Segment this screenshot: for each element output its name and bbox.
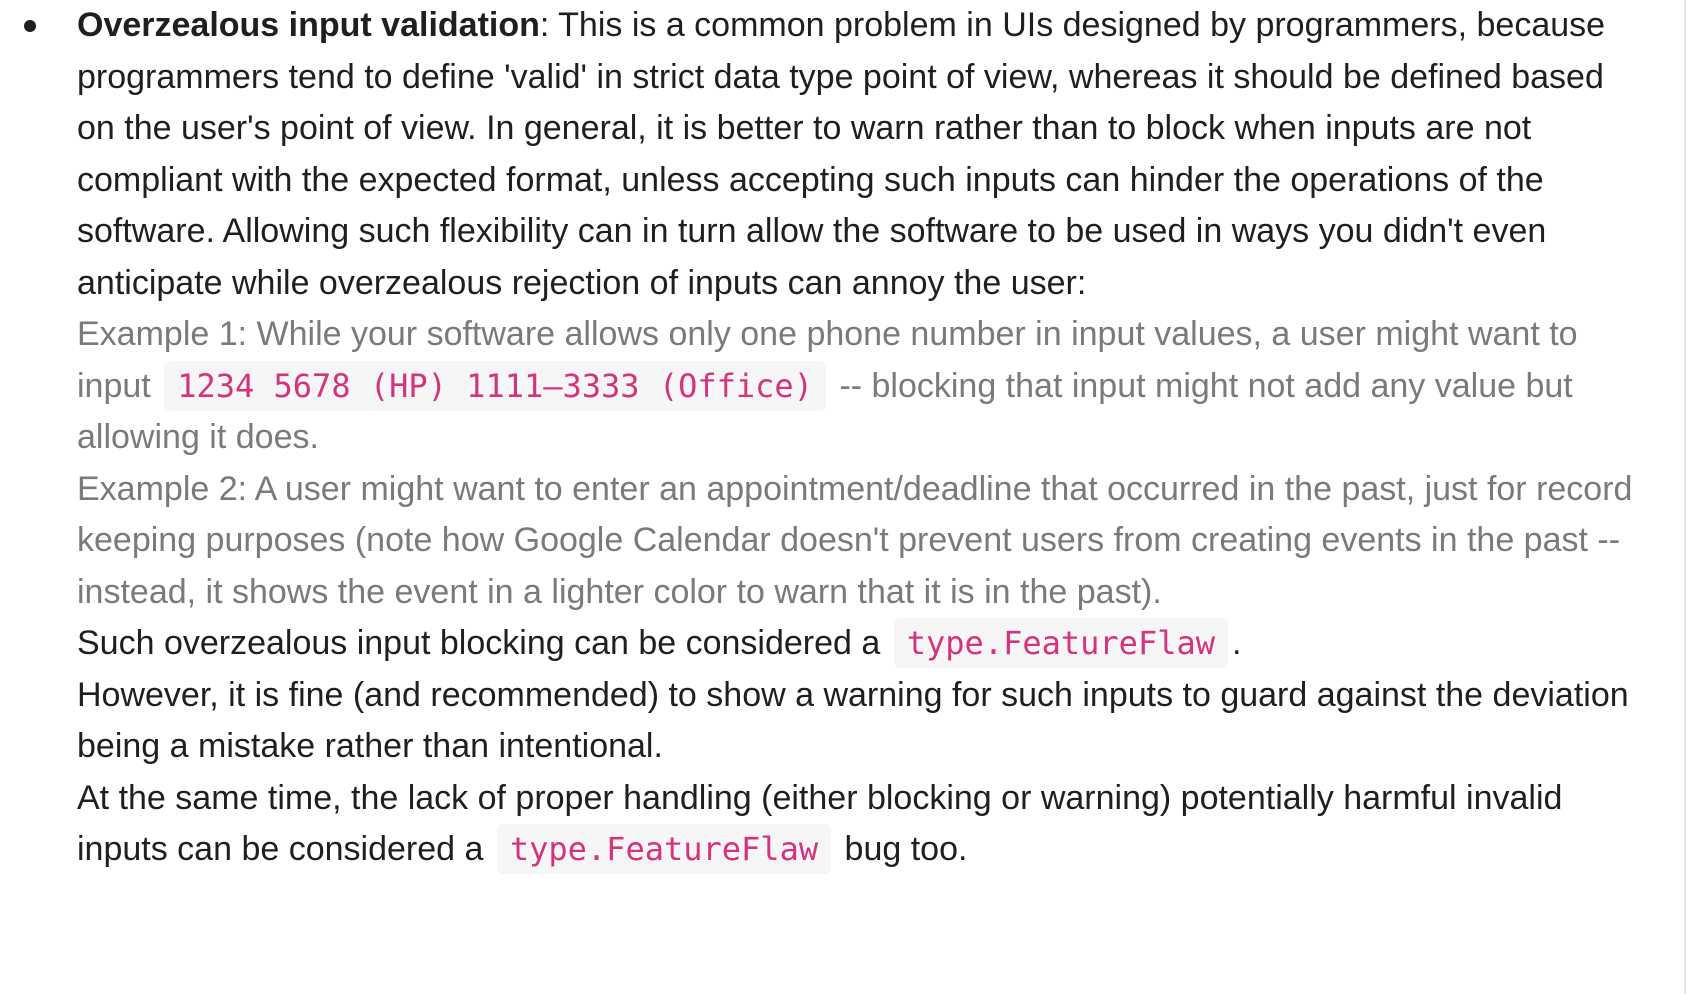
- conclusion-code: type.FeatureFlaw: [893, 618, 1228, 668]
- example-1: Example 1: While your software allows on…: [77, 309, 1650, 464]
- intro-text: : This is a common problem in UIs design…: [77, 6, 1606, 302]
- term-heading: Overzealous input validation: [77, 6, 540, 44]
- list-item: Overzealous input validation: This is a …: [24, 0, 1650, 876]
- however-paragraph: However, it is fine (and recommended) to…: [77, 675, 1629, 766]
- bullet-list: Overzealous input validation: This is a …: [0, 0, 1650, 876]
- bullet-icon: [24, 20, 36, 32]
- same-time-text-after: bug too.: [835, 830, 968, 868]
- conclusion-line: Such overzealous input blocking can be c…: [77, 618, 1650, 670]
- document-content: Overzealous input validation: This is a …: [0, 0, 1650, 876]
- conclusion-text-before: Such overzealous input blocking can be c…: [77, 624, 890, 662]
- conclusion-text-after: .: [1232, 624, 1242, 662]
- example-1-code: 1234 5678 (HP) 1111–3333 (Office): [164, 360, 826, 411]
- intro-paragraph: Overzealous input validation: This is a …: [77, 0, 1650, 309]
- same-time-paragraph: At the same time, the lack of proper han…: [77, 773, 1650, 876]
- same-time-code: type.FeatureFlaw: [496, 824, 832, 874]
- example-2: Example 2: A user might want to enter an…: [77, 469, 1633, 611]
